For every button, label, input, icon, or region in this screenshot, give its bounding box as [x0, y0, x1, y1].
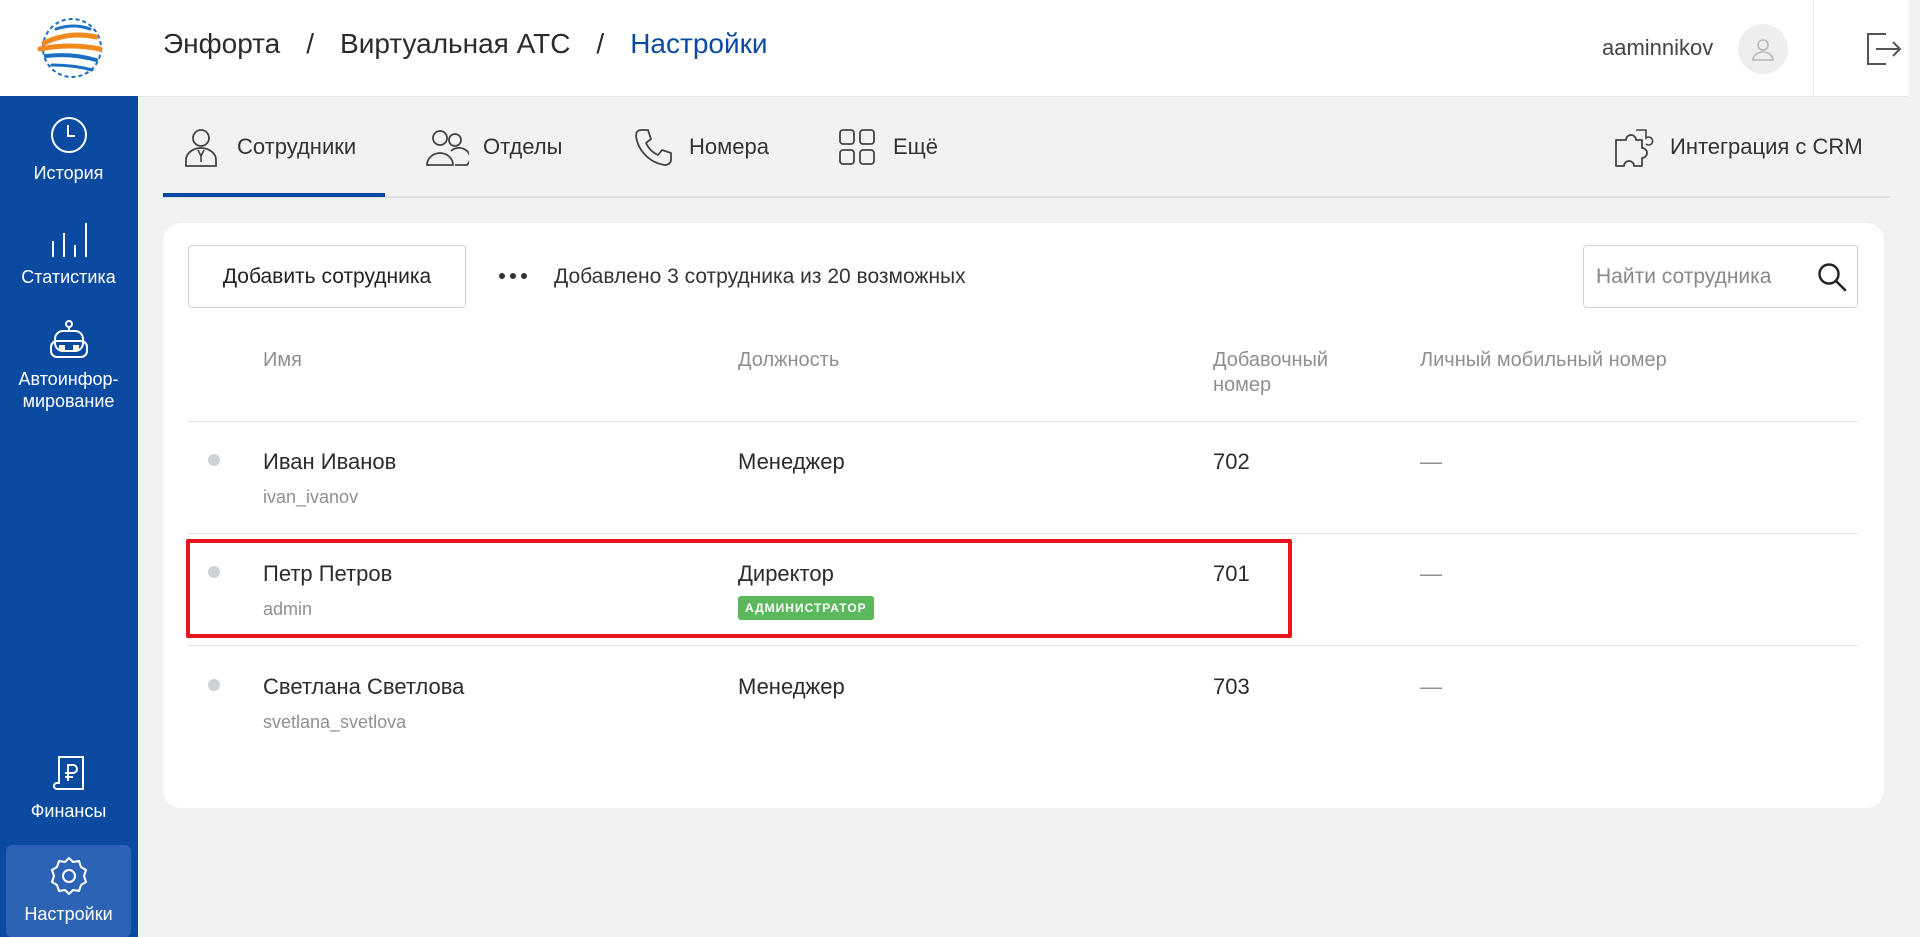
- settings-tabs: Сотрудники Отделы Номера Ещё Интеграция …: [163, 97, 1890, 198]
- sidebar-item-label: История: [33, 163, 104, 183]
- sidebar-item-label: Статистика: [21, 267, 116, 287]
- tab-label: Номера: [689, 134, 769, 159]
- user-icon: [1752, 39, 1774, 61]
- column-header-extension-line1: Добавочный: [1213, 349, 1329, 371]
- employee-extension: 702: [1213, 449, 1250, 474]
- tab-crm-integration[interactable]: Интеграция с CRM: [1612, 125, 1863, 169]
- sidebar-item-statistics[interactable]: Статистика: [6, 216, 131, 288]
- sidebar-item-finance[interactable]: Финансы: [6, 750, 131, 822]
- breadcrumb-item-vpbx[interactable]: Виртуальная АТС: [340, 28, 570, 60]
- tab-label: Сотрудники: [237, 134, 357, 159]
- employee-mobile: —: [1420, 449, 1442, 474]
- table-row[interactable]: Петр Петров admin Директор АДМИНИСТРАТОР…: [188, 534, 1858, 646]
- breadcrumb: Энфорта / Виртуальная АТС / Настройки: [163, 28, 768, 60]
- active-tab-indicator: [163, 193, 385, 197]
- employees-count-info: Добавлено 3 сотрудника из 20 возможных: [554, 265, 966, 288]
- sidebar-item-label: Финансы: [30, 801, 107, 821]
- logout-icon: [1867, 33, 1902, 65]
- enforta-logo-icon: [37, 18, 103, 78]
- employee-search: [1583, 245, 1858, 308]
- bar-chart-icon: [46, 216, 92, 262]
- clock-icon: [46, 112, 92, 158]
- tab-departments[interactable]: Отделы: [425, 125, 562, 169]
- sidebar: История Статистика Автоинфор- мирование …: [0, 0, 138, 937]
- sidebar-item-label: Настройки: [24, 904, 113, 924]
- employee-extension: 701: [1213, 561, 1250, 586]
- column-header-position: Должность: [738, 349, 840, 371]
- admin-badge: АДМИНИСТРАТОР: [738, 596, 874, 620]
- gear-icon: [46, 853, 92, 899]
- more-actions-button[interactable]: [493, 259, 533, 293]
- employee-login: admin: [263, 599, 313, 619]
- dot-icon: [510, 273, 516, 279]
- employee-mobile: —: [1420, 674, 1442, 699]
- breadcrumb-separator: /: [306, 28, 315, 59]
- header-edge: [1909, 0, 1920, 97]
- tab-label: Ещё: [893, 134, 939, 159]
- employee-name: Петр Петров: [263, 561, 393, 586]
- dot-icon: [521, 273, 527, 279]
- top-header: Энфорта / Виртуальная АТС / Настройки aa…: [138, 0, 1920, 97]
- tab-numbers[interactable]: Номера: [631, 125, 769, 169]
- breadcrumb-separator: /: [596, 28, 605, 59]
- table-row[interactable]: Светлана Светлова svetlana_svetlova Мене…: [188, 647, 1858, 759]
- employee-login: ivan_ivanov: [263, 487, 359, 507]
- sidebar-item-label-line1: Автоинфор-: [18, 369, 119, 389]
- tab-label: Отделы: [483, 134, 563, 159]
- logo[interactable]: [0, 0, 138, 96]
- sidebar-item-autoinform[interactable]: Автоинфор- мирование: [6, 318, 131, 412]
- employee-icon: [179, 125, 223, 169]
- employee-name: Светлана Светлова: [263, 674, 465, 699]
- status-dot: [208, 566, 220, 578]
- tab-employees[interactable]: Сотрудники: [179, 125, 356, 169]
- dot-icon: [499, 273, 505, 279]
- sidebar-item-label-line2: мирование: [22, 391, 115, 411]
- employee-position: Менеджер: [738, 674, 845, 699]
- column-header-mobile: Личный мобильный номер: [1420, 349, 1667, 371]
- departments-icon: [425, 125, 469, 169]
- employees-card: Добавить сотрудника Добавлено 3 сотрудни…: [163, 223, 1884, 808]
- breadcrumb-item-enforta[interactable]: Энфорта: [163, 28, 280, 60]
- search-icon[interactable]: [1807, 262, 1857, 292]
- username[interactable]: aaminnikov: [1602, 35, 1713, 61]
- ruble-document-icon: [46, 750, 92, 796]
- header-divider: [1813, 0, 1814, 97]
- tab-more[interactable]: Ещё: [835, 125, 938, 169]
- status-dot: [208, 454, 220, 466]
- logout-button[interactable]: [1860, 26, 1906, 72]
- employee-mobile: —: [1420, 561, 1442, 586]
- employee-position: Менеджер: [738, 449, 845, 474]
- add-employee-button[interactable]: Добавить сотрудника: [188, 245, 466, 308]
- employee-position: Директор: [738, 561, 834, 586]
- column-header-extension: Добавочный номер: [1213, 348, 1328, 398]
- sidebar-item-history[interactable]: История: [6, 112, 131, 184]
- tab-label: Интеграция с CRM: [1670, 134, 1863, 159]
- employee-extension: 703: [1213, 674, 1250, 699]
- phone-icon: [631, 125, 675, 169]
- table-row[interactable]: Иван Иванов ivan_ivanov Менеджер 702 —: [188, 422, 1858, 534]
- search-input[interactable]: [1584, 246, 1807, 307]
- puzzle-icon: [1612, 125, 1656, 169]
- robot-icon: [46, 318, 92, 364]
- status-dot: [208, 679, 220, 691]
- column-header-extension-line2: номер: [1213, 374, 1272, 396]
- grid-icon: [835, 125, 879, 169]
- breadcrumb-item-settings: Настройки: [630, 28, 768, 59]
- avatar[interactable]: [1738, 24, 1788, 74]
- sidebar-item-settings[interactable]: Настройки: [6, 845, 131, 937]
- column-header-name: Имя: [263, 349, 302, 371]
- employee-login: svetlana_svetlova: [263, 712, 407, 732]
- employee-name: Иван Иванов: [263, 449, 397, 474]
